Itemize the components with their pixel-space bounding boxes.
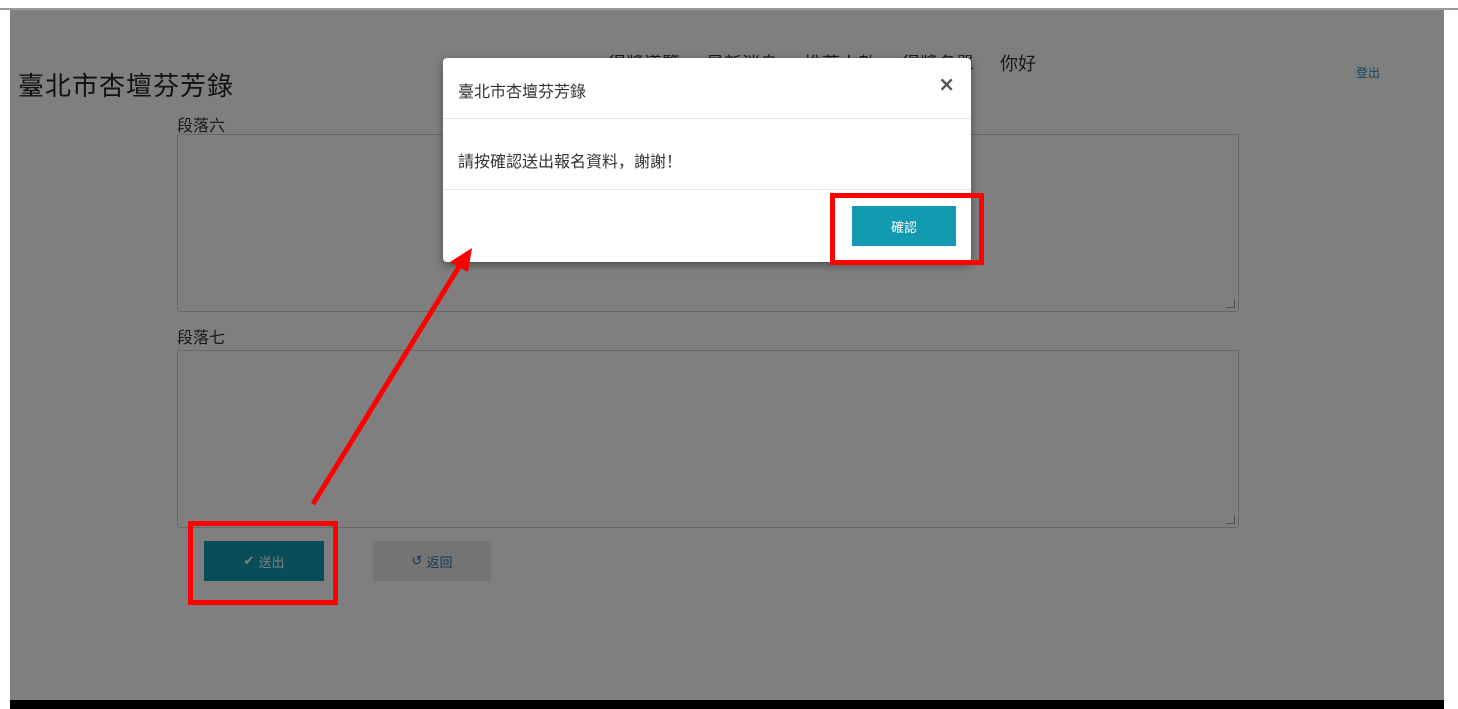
annotation-arrow [310, 248, 472, 506]
annotation-arrow-head [450, 248, 472, 272]
annotation-arrow-line [310, 260, 465, 506]
